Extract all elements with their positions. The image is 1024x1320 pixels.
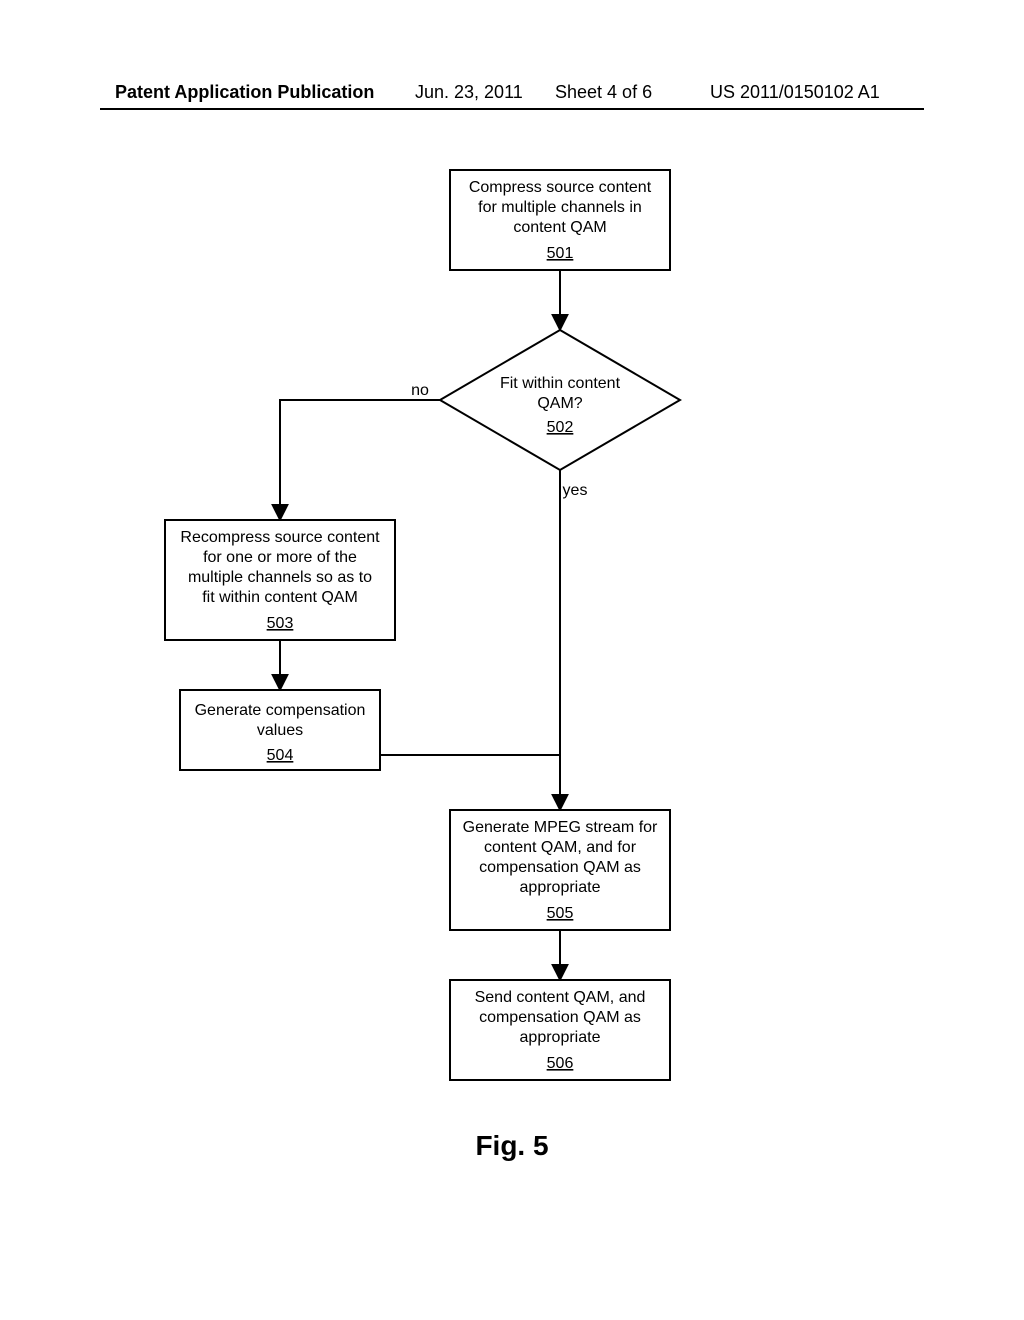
node-504-l1: Generate compensation (195, 702, 366, 719)
node-503-ref: 503 (267, 615, 294, 632)
flowchart-figure: Compress source content for multiple cha… (100, 150, 924, 1110)
edge-label-no: no (411, 382, 429, 399)
edge-label-yes: yes (563, 482, 588, 499)
header-sheet: Sheet 4 of 6 (555, 82, 652, 103)
node-501-ref: 501 (547, 245, 574, 262)
node-504-l2: values (257, 722, 303, 739)
figure-label: Fig. 5 (0, 1130, 1024, 1162)
header-publication: Patent Application Publication (115, 82, 374, 103)
header-pubno: US 2011/0150102 A1 (710, 82, 880, 103)
node-505-ref: 505 (547, 905, 574, 922)
node-502-ref: 502 (547, 419, 574, 436)
node-502-l1: Fit within content (500, 375, 621, 392)
edge-502-503 (280, 400, 440, 520)
node-503-l4: fit within content QAM (202, 589, 358, 606)
node-503-l2: for one or more of the (203, 549, 357, 566)
node-505-l1: Generate MPEG stream for (463, 819, 658, 836)
node-503-l3: multiple channels so as to (188, 569, 372, 586)
node-505-l4: appropriate (520, 879, 601, 896)
node-505-l3: compensation QAM as (479, 859, 641, 876)
node-501-l3: content QAM (513, 219, 606, 236)
node-506-l2: compensation QAM as (479, 1009, 641, 1026)
node-504-ref: 504 (267, 747, 294, 764)
node-506-ref: 506 (547, 1055, 574, 1072)
header-date: Jun. 23, 2011 (415, 82, 523, 103)
node-501-l1: Compress source content (469, 179, 652, 196)
node-501-l2: for multiple channels in (478, 199, 642, 216)
node-506-l3: appropriate (520, 1029, 601, 1046)
node-503-l1: Recompress source content (180, 529, 380, 546)
header-rule (100, 108, 924, 110)
node-506-l1: Send content QAM, and (475, 989, 646, 1006)
node-505-l2: content QAM, and for (484, 839, 637, 856)
node-502-l2: QAM? (537, 395, 582, 412)
